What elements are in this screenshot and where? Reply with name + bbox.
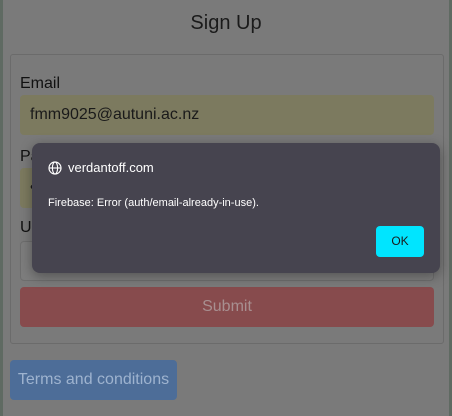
- submit-button[interactable]: Submit: [20, 287, 434, 327]
- dialog-header: verdantoff.com: [48, 160, 154, 175]
- dialog-host: verdantoff.com: [68, 160, 154, 175]
- ok-button[interactable]: OK: [376, 226, 424, 257]
- email-label: Email: [20, 75, 61, 92]
- terms-button[interactable]: Terms and conditions: [10, 360, 177, 400]
- page-title: Sign Up: [190, 12, 262, 34]
- username-label: U: [20, 219, 32, 236]
- window-edge-left: [0, 0, 3, 416]
- email-field[interactable]: fmm9025@autuni.ac.nz: [20, 95, 434, 135]
- dialog-message: Firebase: Error (auth/email-already-in-u…: [48, 197, 259, 209]
- globe-icon: [48, 160, 62, 175]
- alert-dialog: verdantoff.com Firebase: Error (auth/ema…: [32, 143, 440, 273]
- page-backdrop: Sign Up Email fmm9025@autuni.ac.nz Pa • …: [0, 0, 452, 416]
